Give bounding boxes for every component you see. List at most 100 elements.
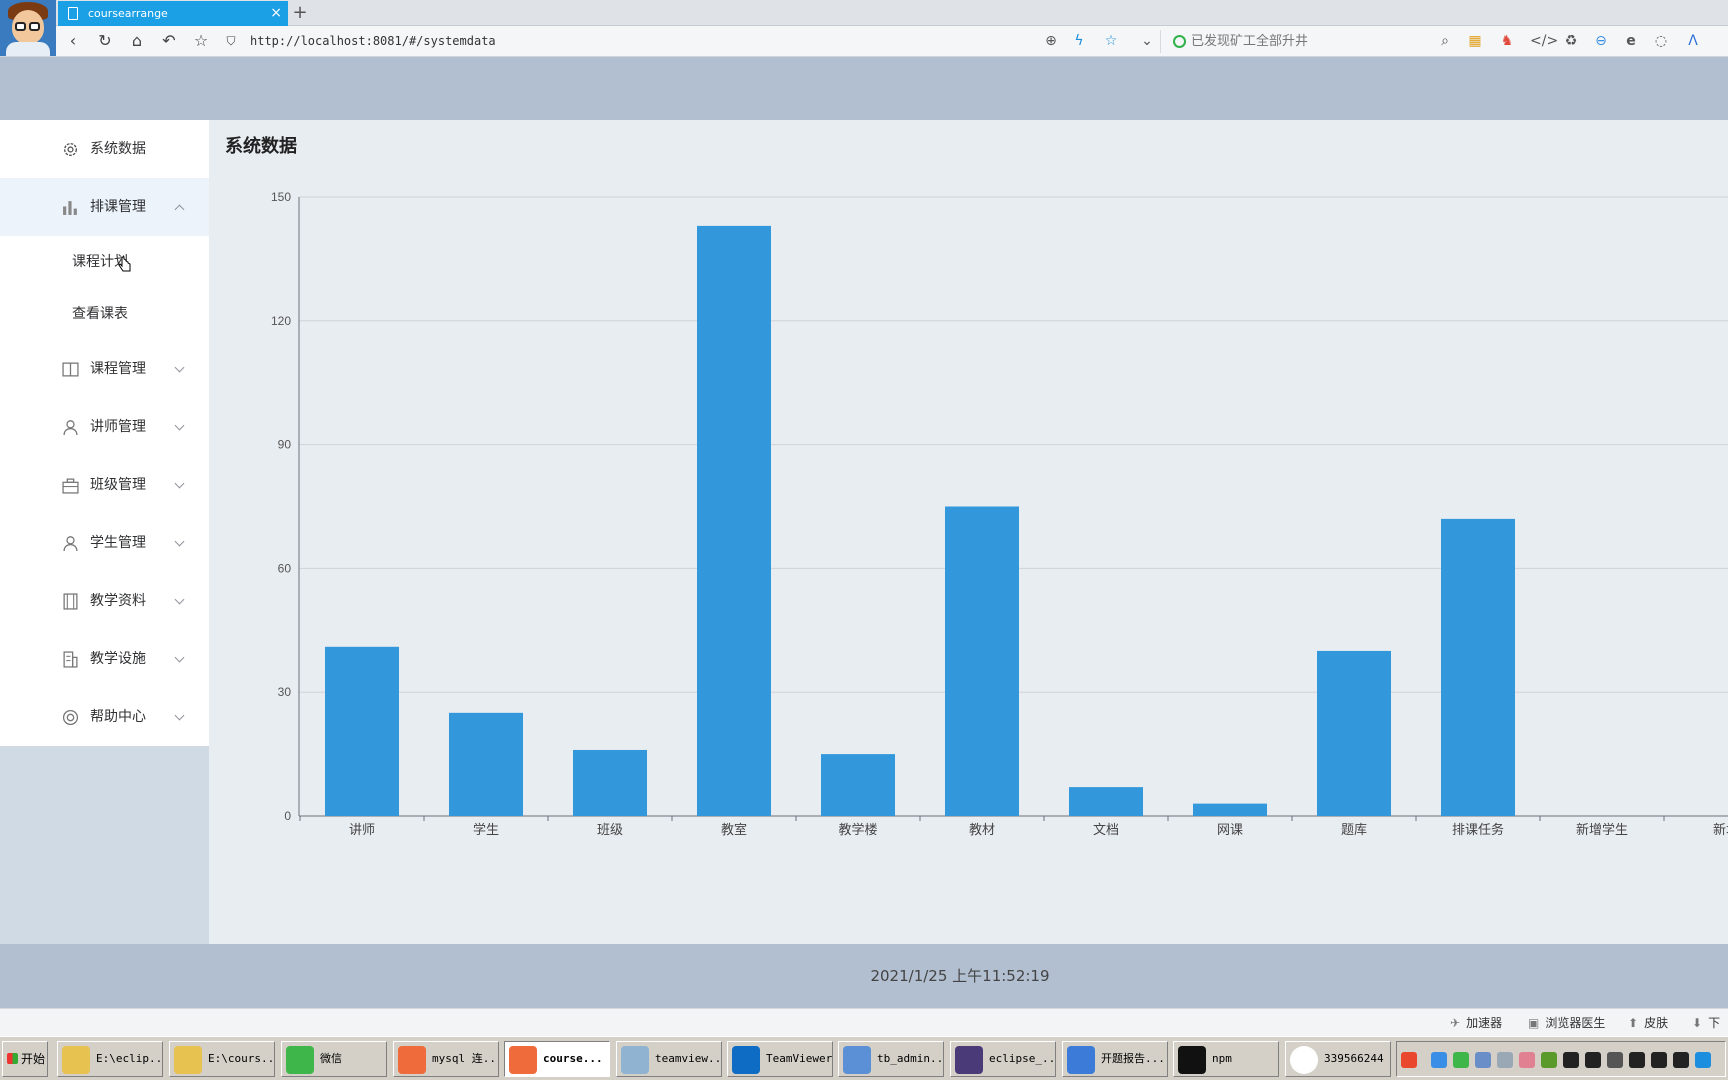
bar	[697, 225, 771, 816]
taskbar-app-icon	[286, 1046, 314, 1074]
minus-circle-icon[interactable]: ⊖	[1592, 32, 1610, 50]
download-icon: ⬇	[1692, 1016, 1703, 1030]
sidebar-item-class-management[interactable]: 班级管理	[0, 456, 209, 514]
bookmark-star-icon[interactable]: ☆	[1102, 32, 1120, 50]
search-icon[interactable]: ⌕	[1436, 32, 1454, 50]
taskbar-app-icon	[1290, 1046, 1318, 1074]
sidebar-item-help-center[interactable]: 帮助中心	[0, 688, 209, 746]
undo-icon[interactable]: ↶	[158, 30, 180, 52]
wechat-tray-icon[interactable]	[1453, 1052, 1469, 1068]
ie-tray-icon[interactable]	[1431, 1052, 1447, 1068]
nvidia-icon[interactable]	[1541, 1052, 1557, 1068]
recycle-icon[interactable]: ♻	[1562, 32, 1580, 50]
sidebar-item-label: 课程管理	[90, 361, 146, 377]
sidebar-item-label: 讲师管理	[90, 419, 146, 435]
sidebar-item-label: 系统数据	[90, 141, 146, 157]
download-button[interactable]: ⬇ 下	[1692, 1009, 1720, 1037]
code-icon[interactable]: </>	[1530, 32, 1558, 50]
taskbar-button[interactable]: tb_admin...	[838, 1041, 944, 1077]
sidebar-item-teaching-materials[interactable]: 教学资料	[0, 572, 209, 630]
taskbar-button[interactable]: npm	[1173, 1041, 1279, 1077]
game-icon[interactable]: ♞	[1498, 32, 1516, 50]
sidebar-subitem-view-schedule[interactable]: 查看课表	[0, 288, 209, 340]
new-tab-button[interactable]: +	[290, 2, 310, 24]
sidebar-subitem-course-plan[interactable]: 课程计划	[0, 236, 209, 288]
taskbar-button[interactable]: teamview...	[616, 1041, 722, 1077]
chevron-down-icon[interactable]: ⌄	[1138, 32, 1156, 50]
camera-icon: ▣	[1528, 1016, 1540, 1030]
bar	[821, 754, 895, 816]
teamviewer-tray-icon[interactable]	[1695, 1052, 1711, 1068]
sogou-icon[interactable]	[1401, 1052, 1417, 1068]
x-tick-label: 班级	[597, 823, 623, 838]
browser-tab-strip: coursearrange × +	[0, 0, 1728, 56]
sidebar-item-system-data[interactable]: 系统数据	[0, 120, 209, 178]
qq-icon[interactable]	[1673, 1052, 1689, 1068]
y-tick-label: 60	[278, 561, 292, 575]
qq-icon[interactable]	[1629, 1052, 1645, 1068]
user-icon	[63, 536, 78, 551]
taskbar-button-label: 339566244	[1324, 1052, 1384, 1065]
qq-icon[interactable]	[1651, 1052, 1667, 1068]
sidebar-item-teacher-management[interactable]: 讲师管理	[0, 398, 209, 456]
taskbar-button[interactable]: mysql 连...	[393, 1041, 499, 1077]
chevron-down-icon	[174, 710, 185, 721]
qq-icon[interactable]	[1585, 1052, 1601, 1068]
sidebar-item-course-management[interactable]: 课程管理	[0, 340, 209, 398]
taskbar-button[interactable]: 开题报告...	[1062, 1041, 1168, 1077]
y-tick-label: 120	[271, 314, 291, 328]
accelerator-button[interactable]: ✈ 加速器	[1450, 1009, 1502, 1037]
lambda-icon[interactable]: Λ	[1684, 32, 1702, 50]
address-bar[interactable]: http://localhost:8081/#/systemdata	[250, 31, 1150, 52]
bar-chart-icon	[63, 201, 77, 215]
user-avatar[interactable]	[0, 0, 56, 56]
home-icon[interactable]: ⌂	[126, 30, 148, 52]
x-tick-label: 新增	[1713, 822, 1728, 838]
x-tick-label: 题库	[1341, 822, 1367, 838]
taskbar-app-icon	[955, 1046, 983, 1074]
sidebar-item-label: 排课管理	[90, 199, 146, 215]
qq-icon[interactable]	[1563, 1052, 1579, 1068]
taskbar-button[interactable]: E:\eclip...	[57, 1041, 163, 1077]
gear-icon	[63, 142, 78, 157]
back-icon[interactable]: ‹	[62, 30, 84, 52]
bar-chart: 0 30 60 90 120 150 讲师 学生 班级 教室 教学楼 教材 文档 网课 题库 排课任务 新增学生…	[271, 190, 1728, 838]
sidebar-item-teaching-facilities[interactable]: 教学设施	[0, 630, 209, 688]
refresh-icon[interactable]: ↻	[94, 30, 116, 52]
search-input[interactable]: 已发现矿工全部升井	[1160, 30, 1430, 53]
start-button[interactable]: 开始	[2, 1041, 48, 1077]
speaker-icon[interactable]	[1607, 1052, 1623, 1068]
network-icon[interactable]	[1475, 1052, 1491, 1068]
app-footer: 2021/1/25 上午11:52:19	[0, 944, 1728, 1008]
page-icon	[68, 7, 78, 20]
bar	[945, 506, 1019, 816]
browser-doctor-button[interactable]: ▣ 浏览器医生	[1528, 1009, 1605, 1037]
taskbar-app-icon	[1178, 1046, 1206, 1074]
taskbar-button[interactable]: course...	[504, 1041, 610, 1077]
taskbar-button[interactable]: 微信	[281, 1041, 387, 1077]
taskbar-app-icon	[1067, 1046, 1095, 1074]
taskbar-button[interactable]: 339566244	[1285, 1041, 1391, 1077]
apps-icon[interactable]: ▦	[1466, 32, 1484, 50]
browser-toolbar: ‹ ↻ ⌂ ↶ ☆ ⛉ http://localhost:8081/#/syst…	[0, 26, 1728, 57]
taskbar-button[interactable]: eclipse_...	[950, 1041, 1056, 1077]
taskbar-button[interactable]: E:\cours...	[169, 1041, 275, 1077]
browser-tab[interactable]: coursearrange ×	[58, 1, 288, 26]
usb-icon[interactable]	[1497, 1052, 1513, 1068]
taskbar-button-label: 微信	[320, 1052, 342, 1065]
close-icon[interactable]: ×	[270, 1, 282, 26]
x-tick-label: 讲师	[349, 823, 375, 838]
star-icon[interactable]: ☆	[190, 30, 212, 52]
search-engine-icon	[1173, 35, 1186, 48]
ie-icon[interactable]: e	[1622, 32, 1640, 50]
skin-button[interactable]: ⬆ 皮肤	[1628, 1009, 1668, 1037]
extension-icon[interactable]: ◌	[1652, 32, 1670, 50]
sidebar-item-scheduling[interactable]: 排课管理	[0, 178, 209, 236]
sidebar-item-student-management[interactable]: 学生管理	[0, 514, 209, 572]
lightning-icon[interactable]: ϟ	[1070, 32, 1088, 50]
zoom-icon[interactable]: ⊕	[1042, 32, 1060, 50]
taskbar-button[interactable]: TeamViewer	[727, 1041, 833, 1077]
taskbar-app-icon	[509, 1046, 537, 1074]
app-tray-icon[interactable]	[1519, 1052, 1535, 1068]
user-icon	[63, 420, 78, 435]
